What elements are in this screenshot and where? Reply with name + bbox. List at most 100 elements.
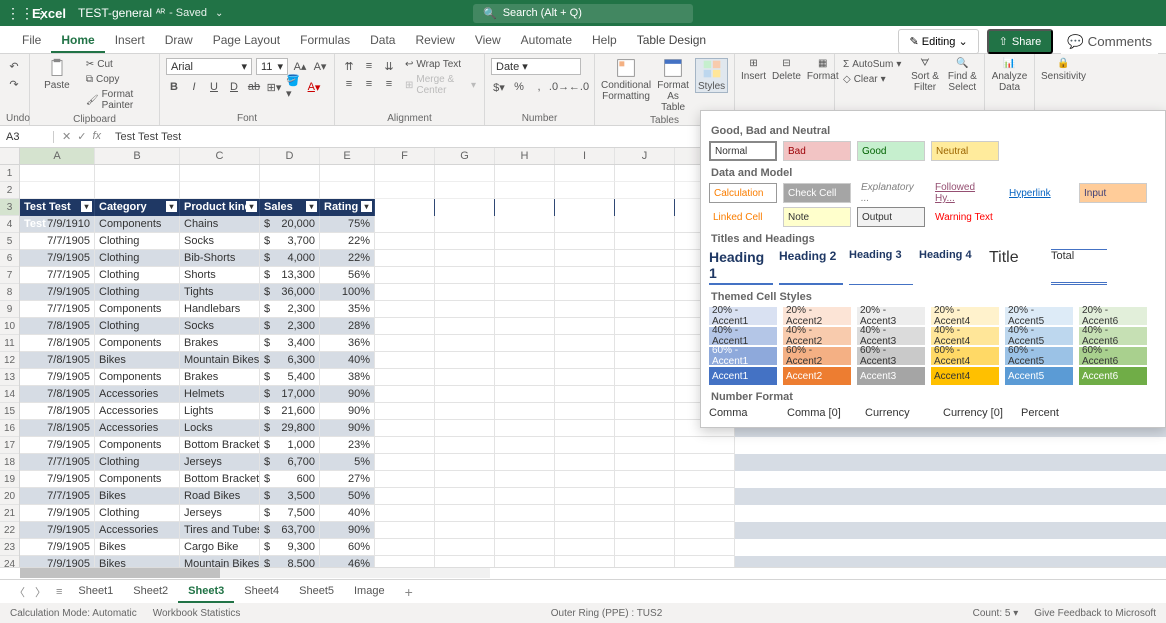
- find-select-button[interactable]: 🔍Find & Select: [947, 58, 978, 93]
- col-header-B[interactable]: B: [95, 148, 180, 164]
- font-size-select[interactable]: 11▾: [256, 58, 288, 75]
- style-accent4-20[interactable]: 20% - Accent4: [931, 307, 999, 325]
- redo-icon[interactable]: ↷: [6, 76, 22, 92]
- wrap-text-button[interactable]: ↩ Wrap Text: [403, 58, 478, 71]
- increase-decimal-icon[interactable]: .0→: [551, 79, 567, 95]
- filter-icon[interactable]: ▾: [81, 201, 92, 212]
- sheet-nav-prev-icon[interactable]: 〈: [10, 584, 29, 600]
- table-header-1[interactable]: Category▾: [95, 199, 180, 216]
- tab-insert[interactable]: Insert: [105, 27, 155, 53]
- col-header-G[interactable]: G: [435, 148, 495, 164]
- style-bad[interactable]: Bad: [783, 141, 851, 161]
- table-row[interactable]: 7/9/1905BikesCargo Bike$9,30060%: [20, 539, 1166, 556]
- style-accent2-100[interactable]: Accent2: [783, 367, 851, 385]
- style-accent5-20[interactable]: 20% - Accent5: [1005, 307, 1073, 325]
- tab-page-layout[interactable]: Page Layout: [203, 27, 290, 53]
- style-total[interactable]: Total: [1051, 249, 1107, 285]
- style-calculation[interactable]: Calculation: [709, 183, 777, 203]
- tab-view[interactable]: View: [465, 27, 511, 53]
- horizontal-scrollbar[interactable]: [0, 567, 1166, 579]
- col-header-C[interactable]: C: [180, 148, 260, 164]
- table-row[interactable]: 7/7/1905ClothingJerseys$6,7005%: [20, 454, 1166, 471]
- style-accent4-100[interactable]: Accent4: [931, 367, 999, 385]
- doc-title[interactable]: TEST-general: [78, 6, 152, 20]
- style-accent1-60[interactable]: 60% - Accent1: [709, 347, 777, 365]
- double-underline-icon[interactable]: D: [226, 79, 242, 95]
- column-headers[interactable]: ABCDEFGHIJK: [20, 148, 735, 165]
- table-header-4[interactable]: Rating▾: [320, 199, 375, 216]
- search-box[interactable]: 🔍 Search (Alt + Q): [473, 4, 693, 23]
- style-heading3[interactable]: Heading 3: [849, 249, 913, 285]
- share-button[interactable]: ⇧ Share: [987, 29, 1054, 54]
- style-accent2-60[interactable]: 60% - Accent2: [783, 347, 851, 365]
- merge-center-button[interactable]: ⊞ Merge & Center ▾: [403, 73, 478, 97]
- tab-formulas[interactable]: Formulas: [290, 27, 360, 53]
- tab-review[interactable]: Review: [405, 27, 464, 53]
- style-heading1[interactable]: Heading 1: [709, 249, 773, 285]
- sheet-list-icon[interactable]: ≡: [52, 586, 66, 598]
- autosum-button[interactable]: Σ AutoSum ▾: [841, 58, 903, 71]
- style-accent2-20[interactable]: 20% - Accent2: [783, 307, 851, 325]
- row-header-15[interactable]: 15: [0, 403, 19, 420]
- bold-icon[interactable]: B: [166, 79, 182, 95]
- col-header-D[interactable]: D: [260, 148, 320, 164]
- increase-font-icon[interactable]: A▴: [292, 59, 308, 75]
- style-currency0[interactable]: Currency [0]: [943, 407, 1015, 419]
- style-neutral[interactable]: Neutral: [931, 141, 999, 161]
- sheet-nav-next-icon[interactable]: 〉: [31, 584, 50, 600]
- style-accent1-100[interactable]: Accent1: [709, 367, 777, 385]
- row-header-10[interactable]: 10: [0, 318, 19, 335]
- number-format-select[interactable]: Date ▾: [491, 58, 581, 75]
- table-row[interactable]: 7/9/1905ComponentsBottom Brackets$60027%: [20, 471, 1166, 488]
- copy-button[interactable]: ⧉ Copy: [84, 73, 153, 86]
- col-header-A[interactable]: A: [20, 148, 95, 164]
- row-header-8[interactable]: 8: [0, 284, 19, 301]
- style-accent4-40[interactable]: 40% - Accent4: [931, 327, 999, 345]
- format-cell-button[interactable]: ▦Format: [807, 58, 839, 82]
- cancel-formula-icon[interactable]: ✕: [62, 130, 71, 143]
- select-all-corner[interactable]: [0, 148, 20, 165]
- strike-icon[interactable]: ab: [246, 79, 262, 95]
- tab-automate[interactable]: Automate: [511, 27, 582, 53]
- feedback-label[interactable]: Give Feedback to Microsoft: [1034, 608, 1156, 619]
- apps-icon[interactable]: ⋮⋮⋮: [6, 5, 22, 22]
- row-header-3[interactable]: 3: [0, 199, 19, 216]
- name-box[interactable]: A3: [0, 131, 54, 143]
- filter-icon[interactable]: ▾: [306, 201, 317, 212]
- row-header-20[interactable]: 20: [0, 488, 19, 505]
- row-header-22[interactable]: 22: [0, 522, 19, 539]
- cell-styles-button[interactable]: Styles: [695, 58, 728, 93]
- sheet-tab-sheet3[interactable]: Sheet3: [178, 581, 234, 603]
- sheet-tab-sheet4[interactable]: Sheet4: [234, 581, 289, 603]
- table-row[interactable]: 7/7/1905BikesRoad Bikes$3,50050%: [20, 488, 1166, 505]
- tab-file[interactable]: File: [12, 27, 51, 53]
- format-as-table-button[interactable]: Format As Table: [657, 58, 689, 113]
- comma-icon[interactable]: ,: [531, 79, 547, 95]
- cut-button[interactable]: ✂ Cut: [84, 58, 153, 71]
- table-header-2[interactable]: Product kind▾: [180, 199, 260, 216]
- fx-icon[interactable]: fx: [92, 130, 101, 143]
- style-explanatory[interactable]: Explanatory ...: [857, 183, 925, 203]
- style-accent4-60[interactable]: 60% - Accent4: [931, 347, 999, 365]
- tab-draw[interactable]: Draw: [155, 27, 203, 53]
- conditional-formatting-button[interactable]: Conditional Formatting: [601, 58, 651, 102]
- row-header-14[interactable]: 14: [0, 386, 19, 403]
- sort-filter-button[interactable]: ᗊSort & Filter: [909, 58, 940, 93]
- row-header-17[interactable]: 17: [0, 437, 19, 454]
- calc-mode-label[interactable]: Calculation Mode: Automatic: [10, 608, 137, 619]
- align-left-icon[interactable]: ≡: [341, 76, 357, 92]
- col-header-J[interactable]: J: [615, 148, 675, 164]
- row-header-23[interactable]: 23: [0, 539, 19, 556]
- title-dropdown-icon[interactable]: ⌄: [215, 8, 223, 19]
- row-header-4[interactable]: 4: [0, 216, 19, 233]
- sensitivity-button[interactable]: 🔒Sensitivity: [1041, 58, 1086, 82]
- style-accent1-40[interactable]: 40% - Accent1: [709, 327, 777, 345]
- col-header-H[interactable]: H: [495, 148, 555, 164]
- style-normal[interactable]: Normal: [709, 141, 777, 161]
- table-row[interactable]: 7/9/1905AccessoriesTires and Tubes$63,70…: [20, 522, 1166, 539]
- row-header-16[interactable]: 16: [0, 420, 19, 437]
- row-header-19[interactable]: 19: [0, 471, 19, 488]
- style-heading2[interactable]: Heading 2: [779, 249, 843, 285]
- style-followed-hyperlink[interactable]: Followed Hy...: [931, 183, 999, 203]
- fill-color-icon[interactable]: 🪣▾: [286, 79, 302, 95]
